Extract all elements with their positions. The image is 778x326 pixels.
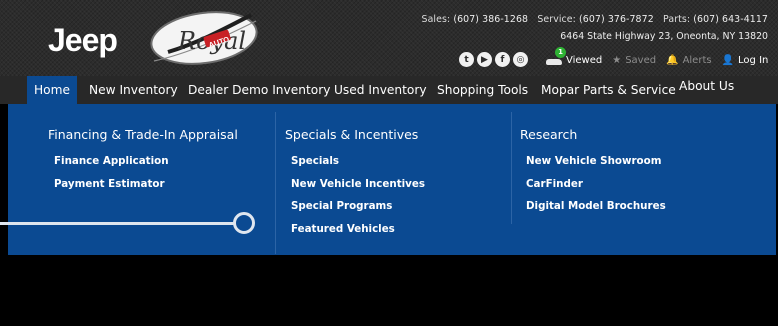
viewed-link[interactable]: 1 Viewed [546,47,603,66]
specials-heading[interactable]: Specials & Incentives [285,127,418,142]
contact-phones: Sales: (607) 386-1268 Service: (607) 376… [422,14,768,25]
column-divider [511,112,512,224]
car-icon: 1 [546,47,566,66]
parts-label: Parts: [663,14,691,25]
slider-track[interactable] [0,222,234,225]
nav-new-inventory[interactable]: New Inventory [89,76,178,104]
nav-shopping-tools[interactable]: Shopping Tools [437,76,528,104]
login-label: Log In [738,54,769,66]
special-programs-link[interactable]: Special Programs [291,200,392,212]
instagram-icon[interactable]: ◎ [513,52,528,67]
finance-application-link[interactable]: Finance Application [54,155,169,167]
service-phone[interactable]: (607) 376-7872 [579,14,654,25]
research-heading[interactable]: Research [520,127,577,142]
facebook-icon[interactable]: f [495,52,510,67]
royal-auto-logo[interactable]: Royal AUTO [148,9,260,67]
dealer-address[interactable]: 6464 State Highway 23, Oneonta, NY 13820 [560,31,768,42]
youtube-icon[interactable]: ▶ [477,52,492,67]
financing-heading[interactable]: Financing & Trade-In Appraisal [48,127,238,142]
sales-label: Sales: [421,14,451,25]
mega-menu: Financing & Trade-In Appraisal Finance A… [8,104,776,255]
carfinder-link[interactable]: CarFinder [526,178,583,190]
page: Jeep Royal AUTO Sales: (607) 386-1268 Se… [0,0,778,326]
digital-model-brochures-link[interactable]: Digital Model Brochures [526,200,666,212]
featured-vehicles-link[interactable]: Featured Vehicles [291,223,395,235]
saved-link[interactable]: ★ Saved [612,55,656,66]
nav-mopar-parts-service[interactable]: Mopar Parts & Service [541,76,676,104]
saved-label: Saved [625,54,657,66]
column-divider [275,112,276,254]
viewed-count-badge: 1 [555,47,566,58]
utility-links: 1 Viewed ★ Saved 🔔 Alerts 👤 Log In [546,47,778,66]
user-icon: 👤 [721,54,735,66]
viewed-label: Viewed [566,54,603,66]
alerts-link[interactable]: 🔔 Alerts [666,55,711,66]
payment-estimator-link[interactable]: Payment Estimator [54,178,165,190]
nav-about-us[interactable]: About Us [679,72,734,100]
header: Jeep Royal AUTO Sales: (607) 386-1268 Se… [0,0,778,76]
nav-dealer-demo-inventory[interactable]: Dealer Demo Inventory [188,76,330,104]
bell-icon: 🔔 [666,54,679,66]
login-link[interactable]: 👤 Log In [722,55,769,66]
specials-link[interactable]: Specials [291,155,339,167]
sales-phone[interactable]: (607) 386-1268 [453,14,528,25]
service-label: Service: [537,14,576,25]
main-nav: Home New Inventory Dealer Demo Inventory… [0,76,778,104]
star-icon: ★ [612,54,622,66]
nav-used-inventory[interactable]: Used Inventory [334,76,427,104]
social-links: t ▶ f ◎ [459,52,528,67]
twitter-icon[interactable]: t [459,52,474,67]
parts-phone[interactable]: (607) 643-4117 [693,14,768,25]
alerts-label: Alerts [682,54,712,66]
nav-home[interactable]: Home [27,76,77,104]
slider-handle[interactable] [233,212,255,234]
new-vehicle-incentives-link[interactable]: New Vehicle Incentives [291,178,425,190]
jeep-logo[interactable]: Jeep [48,22,118,59]
new-vehicle-showroom-link[interactable]: New Vehicle Showroom [526,155,661,167]
